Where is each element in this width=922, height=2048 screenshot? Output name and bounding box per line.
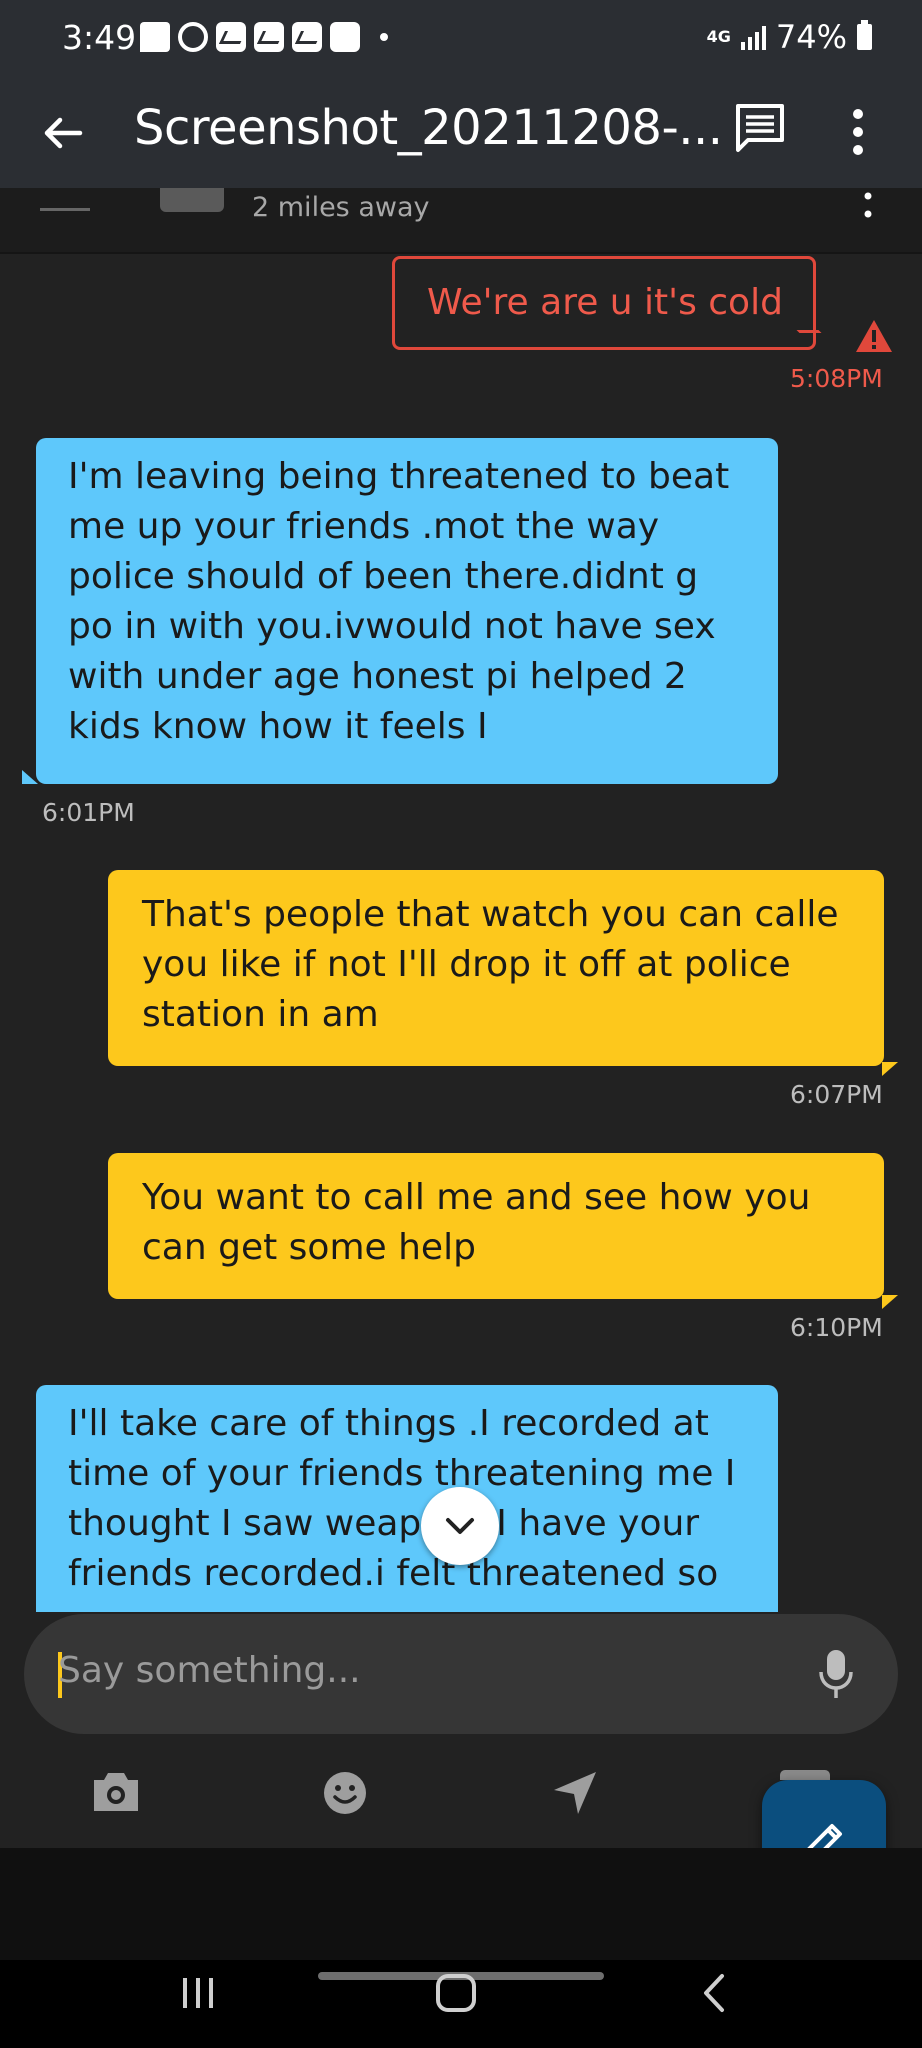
message-input-placeholder: Say something... bbox=[58, 1650, 361, 1691]
message-bubble-incoming[interactable]: I'm leaving being threatened to beat me … bbox=[22, 438, 778, 784]
distance-label: 2 miles away bbox=[252, 192, 430, 223]
battery-icon bbox=[857, 20, 872, 50]
home-button[interactable] bbox=[436, 1974, 476, 2012]
message-time: 6:10PM bbox=[790, 1313, 883, 1342]
status-time: 3:49 bbox=[62, 18, 137, 57]
app-toolbar: Screenshot_20211208-... bbox=[0, 80, 922, 188]
status-bar: 3:49 4G 74% bbox=[0, 0, 922, 80]
message-text: I'll take care of things .I recorded at … bbox=[68, 1403, 736, 1594]
message-text: We're are u it's cold bbox=[427, 282, 783, 323]
back-arrow-icon bbox=[40, 188, 90, 211]
chat-notification-icon bbox=[140, 22, 170, 52]
back-arrow-icon[interactable] bbox=[40, 110, 86, 156]
bubble-tail bbox=[22, 770, 38, 784]
bubble-tail bbox=[882, 1295, 898, 1309]
message-text: That's people that watch you can calle y… bbox=[142, 894, 839, 1035]
location-arrow-icon[interactable] bbox=[552, 1770, 598, 1816]
message-bubble-outgoing[interactable]: That's people that watch you can calle y… bbox=[108, 870, 898, 1076]
news-notification-icon bbox=[216, 22, 246, 52]
message-text: I'm leaving being threatened to beat me … bbox=[68, 456, 730, 747]
network-type: 4G bbox=[706, 27, 731, 46]
message-bubble-outgoing[interactable]: You want to call me and see how you can … bbox=[108, 1153, 898, 1309]
keyboard-gap bbox=[0, 1848, 922, 1960]
message-icon[interactable] bbox=[734, 102, 786, 154]
message-time: 5:08PM bbox=[790, 364, 883, 393]
recent-apps-icon[interactable] bbox=[180, 1976, 216, 2010]
notification-icons bbox=[140, 22, 388, 52]
system-indicators: 4G 74% bbox=[707, 18, 872, 56]
signal-icon bbox=[740, 24, 766, 50]
message-time: 6:07PM bbox=[790, 1080, 883, 1109]
chat-header: 2 miles away bbox=[0, 188, 922, 254]
message-bubble-incoming[interactable]: I'll take care of things .I recorded at … bbox=[36, 1385, 778, 1613]
nav-back-icon[interactable] bbox=[700, 1972, 728, 2014]
page-title: Screenshot_20211208-... bbox=[134, 100, 723, 156]
message-time: 6:01PM bbox=[42, 798, 135, 827]
battery-percent: 74% bbox=[775, 18, 847, 56]
warning-icon[interactable] bbox=[854, 318, 894, 354]
news-notification-icon bbox=[254, 22, 284, 52]
avatar bbox=[160, 188, 224, 212]
message-text: You want to call me and see how you can … bbox=[142, 1177, 811, 1268]
camera-icon[interactable] bbox=[90, 1770, 142, 1814]
more-notifications-dot bbox=[380, 33, 388, 41]
more-vert-icon[interactable] bbox=[852, 108, 864, 158]
scroll-to-bottom-button[interactable] bbox=[421, 1487, 499, 1565]
chevron-down-icon bbox=[446, 1518, 474, 1534]
newspaper-notification-icon bbox=[330, 22, 360, 52]
microphone-icon[interactable] bbox=[818, 1648, 854, 1700]
news-notification-icon bbox=[292, 22, 322, 52]
chrome-notification-icon bbox=[178, 22, 208, 52]
bubble-tail bbox=[882, 1062, 898, 1076]
more-vert-icon bbox=[864, 192, 872, 218]
smiley-icon[interactable] bbox=[322, 1770, 368, 1816]
message-clip: I'll take care of things .I recorded at … bbox=[36, 1385, 778, 1613]
message-bubble-failed[interactable]: We're are u it's cold bbox=[392, 256, 816, 350]
more-options-icon[interactable] bbox=[780, 1770, 830, 1780]
